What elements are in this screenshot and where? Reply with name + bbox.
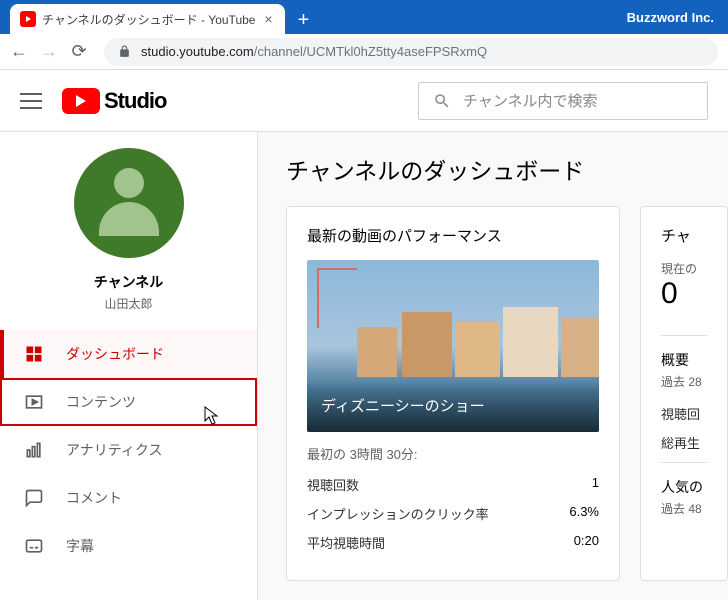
stat-row: 視聴回数 1 (307, 475, 599, 494)
stats-card: チャ 現在の 0 概要 過去 28 視聴回 総再生 人気の 過去 48 (640, 206, 728, 581)
sidebar-item-label: コンテンツ (66, 392, 136, 412)
back-icon[interactable]: ← (10, 43, 28, 61)
stat-label: 視聴回数 (307, 475, 359, 494)
stat-value: 0:20 (574, 533, 599, 552)
search-placeholder: チャンネル内で検索 (463, 90, 598, 111)
browser-tab[interactable]: チャンネルのダッシュボード - YouTube × (10, 4, 285, 34)
search-input[interactable]: チャンネル内で検索 (418, 82, 708, 120)
stats-sub: 現在の (661, 260, 707, 277)
stat-value: 6.3% (569, 504, 599, 523)
dashboard-icon (24, 344, 44, 364)
close-tab-icon[interactable]: × (261, 12, 275, 26)
channel-heading: チャンネル (0, 272, 257, 292)
url-text: studio.youtube.com/channel/UCMTkl0hZ5tty… (141, 44, 487, 59)
performance-card: 最新の動画のパフォーマンス ディズニーシーのショー 最初の 3時間 30分: 視… (286, 206, 620, 581)
lock-icon (118, 45, 131, 58)
tab-title: チャンネルのダッシュボード - YouTube (42, 11, 255, 28)
subtitles-icon (24, 536, 44, 556)
video-title: ディズニーシーのショー (307, 383, 599, 432)
hamburger-menu-icon[interactable] (20, 90, 42, 112)
subscriber-count: 0 (661, 277, 707, 311)
address-bar[interactable]: studio.youtube.com/channel/UCMTkl0hZ5tty… (104, 38, 718, 66)
stat-label: インプレッションのクリック率 (307, 504, 489, 523)
time-range-label: 最初の 3時間 30分: (307, 444, 599, 463)
avatar-icon (99, 168, 159, 238)
summary-label: 概要 (661, 350, 707, 370)
channel-avatar[interactable] (74, 148, 184, 258)
channel-username: 山田太郎 (0, 295, 257, 312)
forward-icon[interactable]: → (40, 43, 58, 61)
popular-label: 人気の (661, 477, 707, 497)
sidebar-item-content[interactable]: コンテンツ (0, 378, 257, 426)
cursor-icon (204, 406, 220, 431)
sidebar-item-label: 字幕 (66, 536, 94, 556)
new-tab-button[interactable]: + (289, 6, 317, 34)
stat-row: 総再生 (661, 433, 707, 452)
window-brand: Buzzword Inc. (627, 10, 728, 25)
video-thumbnail[interactable]: ディズニーシーのショー (307, 260, 599, 432)
sidebar-item-dashboard[interactable]: ダッシュボード (0, 330, 257, 378)
youtube-play-icon (62, 88, 100, 114)
summary-sub: 過去 28 (661, 373, 707, 390)
search-icon (433, 92, 451, 110)
sidebar-item-subtitles[interactable]: 字幕 (0, 522, 257, 570)
sidebar-item-label: アナリティクス (66, 440, 162, 460)
analytics-icon (24, 440, 44, 460)
logo-text: Studio (104, 88, 166, 114)
stat-label: 平均視聴時間 (307, 533, 385, 552)
stat-row: 視聴回 (661, 404, 707, 423)
popular-sub: 過去 48 (661, 500, 707, 517)
youtube-studio-logo[interactable]: Studio (62, 88, 166, 114)
content-icon (24, 392, 44, 412)
youtube-favicon (20, 11, 36, 27)
sidebar-item-label: コメント (66, 488, 122, 508)
comments-icon (24, 488, 44, 508)
stat-row: インプレッションのクリック率 6.3% (307, 504, 599, 523)
reload-icon[interactable]: ⟳ (70, 43, 88, 61)
stats-heading: チャ (661, 225, 707, 246)
page-title: チャンネルのダッシュボード (286, 152, 728, 186)
perf-card-heading: 最新の動画のパフォーマンス (307, 225, 599, 246)
stat-value: 1 (592, 475, 599, 494)
sidebar-item-label: ダッシュボード (66, 344, 164, 364)
sidebar-item-comments[interactable]: コメント (0, 474, 257, 522)
sidebar-item-analytics[interactable]: アナリティクス (0, 426, 257, 474)
stat-row: 平均視聴時間 0:20 (307, 533, 599, 552)
